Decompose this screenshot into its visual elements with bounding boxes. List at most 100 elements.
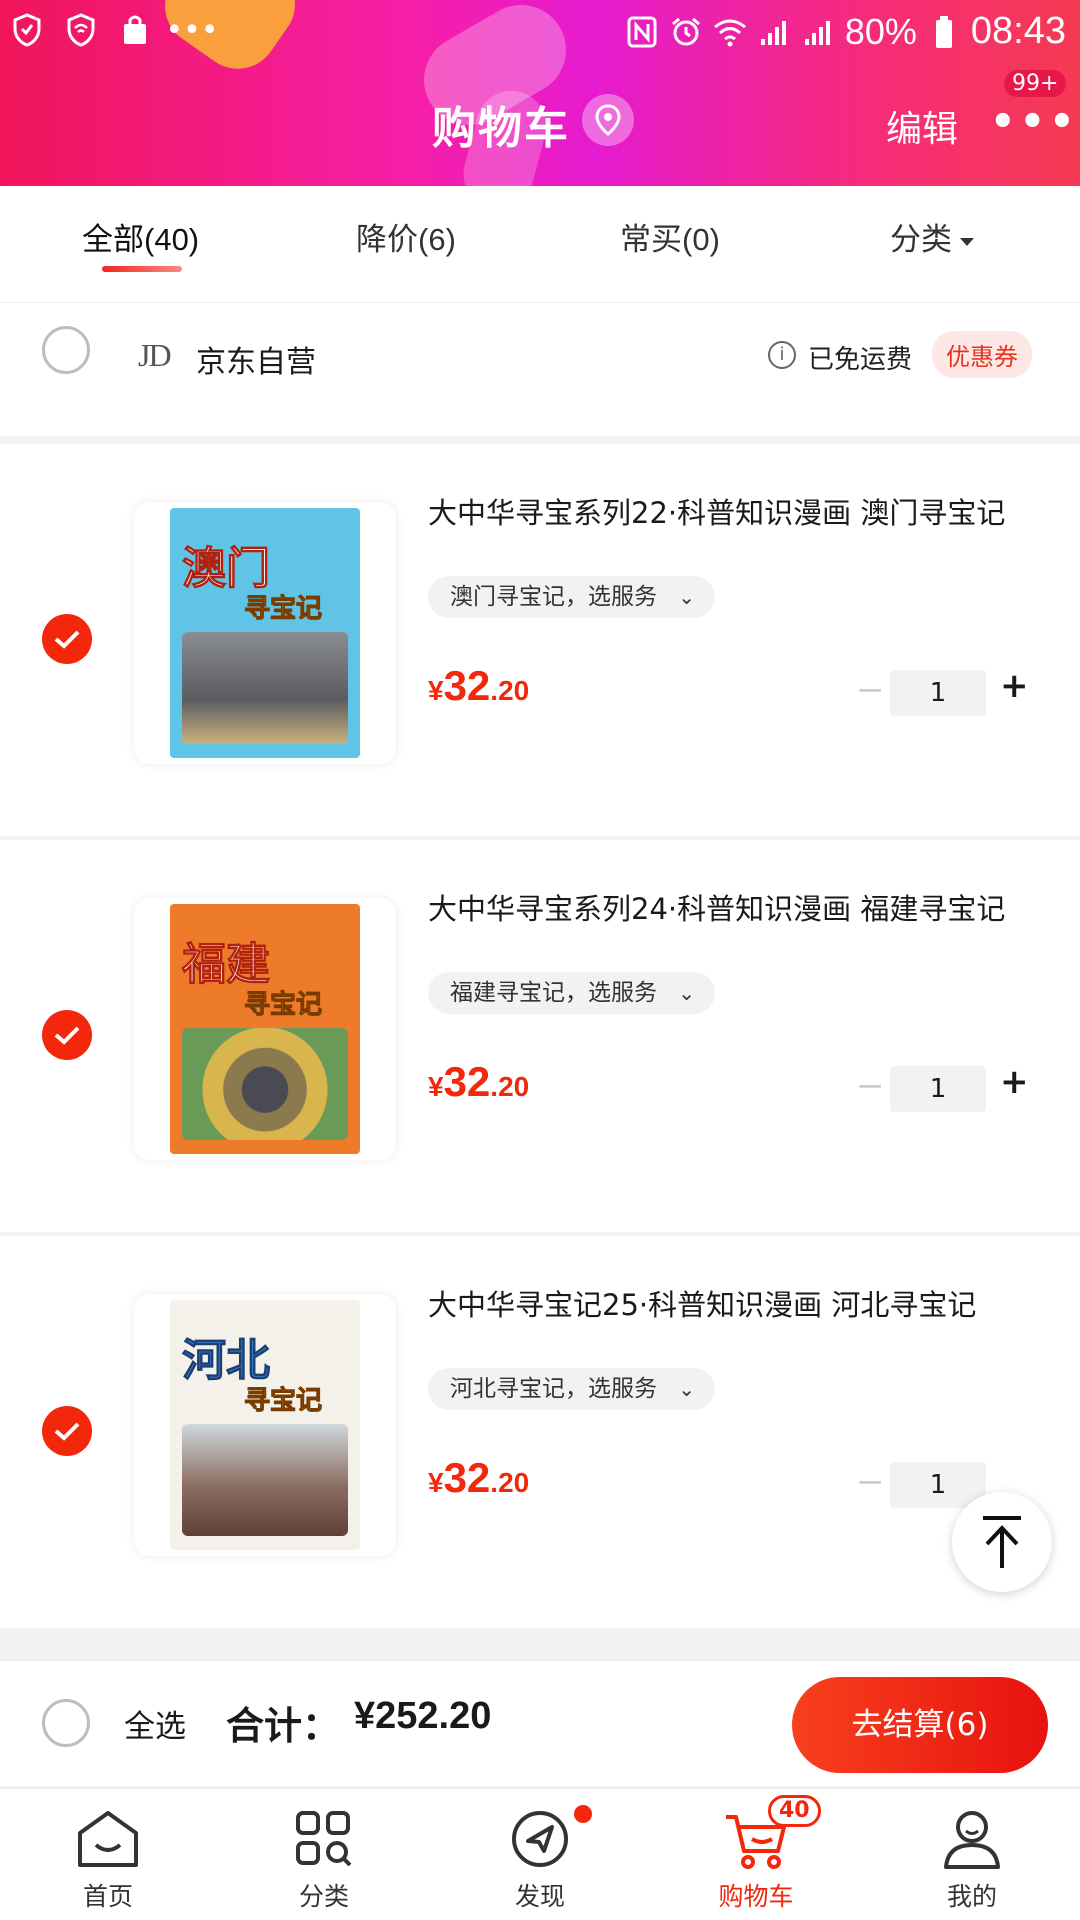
total-amount: ¥252.20 (354, 1695, 492, 1737)
quantity-field[interactable]: 1 (890, 670, 986, 716)
nav-item-category[interactable]: 分类 (216, 1789, 432, 1920)
book-cover: 澳门 寻宝记 (170, 508, 360, 758)
price-decimal: .20 (490, 675, 530, 706)
cart-count-badge: 40 (768, 1795, 821, 1827)
tab-frequent[interactable]: 常买(0) (620, 214, 720, 259)
nav-item-profile[interactable]: 我的 (864, 1789, 1080, 1920)
book-cover-subtitle: 寻宝记 (243, 594, 323, 625)
variant-label: 澳门寻宝记，选服务 (450, 584, 657, 610)
book-cover-art (182, 632, 348, 744)
tab-price-drop[interactable]: 降价(6) (356, 214, 456, 259)
quantity-increase-button[interactable]: + (1000, 666, 1029, 706)
profile-icon (944, 1811, 1000, 1869)
nav-label: 发现 (514, 1882, 565, 1911)
book-cover-subtitle: 寻宝记 (243, 1386, 323, 1417)
back-to-top-button[interactable] (952, 1492, 1052, 1592)
quantity-increase-button[interactable]: + (1000, 1062, 1029, 1102)
book-cover-title: 福建 (182, 939, 271, 991)
checkout-button[interactable]: 去结算(6) (792, 1677, 1048, 1773)
caret-down-icon (960, 237, 974, 246)
edit-button[interactable]: 编辑 (886, 100, 958, 152)
quantity-decrease-button[interactable]: − (856, 1462, 885, 1502)
coupon-button[interactable]: 优惠券 (932, 331, 1032, 378)
variant-selector[interactable]: 澳门寻宝记，选服务 ⌄ (428, 576, 715, 618)
product-title[interactable]: 大中华寻宝系列22·科普知识漫画 澳门寻宝记 (428, 492, 1048, 534)
nav-item-discover[interactable]: 发现 (432, 1789, 648, 1920)
tab-category-label: 分类 (890, 222, 952, 257)
shield-icon (10, 12, 44, 48)
total-label: 合计： (226, 1704, 341, 1748)
wifi-icon (713, 14, 747, 50)
page-title: 购物车 (432, 103, 570, 154)
product-title[interactable]: 大中华寻宝系列24·科普知识漫画 福建寻宝记 (428, 888, 1048, 930)
book-cover-title: 河北 (182, 1335, 271, 1387)
tab-category[interactable]: 分类 (890, 214, 974, 259)
cart-item: 福建 寻宝记 大中华寻宝系列24·科普知识漫画 福建寻宝记 福建寻宝记，选服务 … (0, 840, 1080, 1232)
home-icon (78, 1811, 138, 1867)
price-currency: ¥ (428, 1467, 444, 1498)
product-price: ¥32.20 (428, 662, 529, 710)
item-select-checkbox[interactable] (42, 1010, 92, 1060)
filter-tabs: 全部(40) 降价(6) 常买(0) 分类 (0, 186, 1080, 302)
chevron-down-icon: ⌄ (678, 1377, 695, 1401)
location-pin-icon[interactable] (582, 94, 634, 146)
product-image[interactable]: 澳门 寻宝记 (134, 502, 396, 764)
shipping-status: 已免运费 (808, 345, 913, 375)
variant-selector[interactable]: 河北寻宝记，选服务 ⌄ (428, 1368, 715, 1410)
header: ••• 80% 08:43 购物车 编辑 ••• 99+ (0, 0, 1080, 186)
signal-4g-icon (801, 14, 835, 50)
clock: 08:43 (970, 10, 1066, 52)
tab-active-indicator (102, 266, 182, 272)
select-all-label[interactable]: 全选 (124, 1701, 186, 1746)
shop-header: JD 京东自营 i 已免运费 优惠券 (0, 302, 1080, 436)
jd-logo-icon: JD (138, 337, 172, 373)
product-title[interactable]: 大中华寻宝记25·科普知识漫画 河北寻宝记 (428, 1284, 1048, 1326)
product-image[interactable]: 河北 寻宝记 (134, 1294, 396, 1556)
bottom-navigation: 首页 分类 发现 40 购物车 我的 (0, 1788, 1080, 1920)
book-cover-title: 澳门 (182, 543, 271, 595)
book-cover-art (182, 1028, 348, 1140)
nav-item-cart[interactable]: 40 购物车 (648, 1789, 864, 1920)
variant-label: 福建寻宝记，选服务 (450, 980, 657, 1006)
price-currency: ¥ (428, 675, 444, 706)
product-image[interactable]: 福建 寻宝记 (134, 898, 396, 1160)
item-select-checkbox[interactable] (42, 614, 92, 664)
nav-label: 我的 (946, 1882, 997, 1911)
wifi-shield-icon (64, 12, 98, 48)
bag-icon (118, 12, 152, 48)
book-cover: 福建 寻宝记 (170, 904, 360, 1154)
shop-select-checkbox[interactable] (42, 326, 90, 374)
nav-label: 分类 (298, 1882, 349, 1911)
price-decimal: .20 (490, 1071, 530, 1102)
quantity-field[interactable]: 1 (890, 1066, 986, 1112)
tab-all[interactable]: 全部(40) (82, 214, 199, 259)
product-price: ¥32.20 (428, 1454, 529, 1502)
discover-icon (512, 1811, 568, 1867)
shop-name[interactable]: 京东自营 (196, 337, 316, 381)
nav-label: 首页 (82, 1882, 133, 1911)
book-cover: 河北 寻宝记 (170, 1300, 360, 1550)
more-menu-icon[interactable]: ••• (990, 102, 1075, 142)
notification-badge: 99+ (1004, 70, 1067, 97)
price-integer: 32 (443, 662, 491, 709)
item-select-checkbox[interactable] (42, 1406, 92, 1456)
price-integer: 32 (443, 1454, 491, 1501)
price-decimal: .20 (490, 1467, 530, 1498)
select-all-checkbox[interactable] (42, 1699, 90, 1747)
nav-item-home[interactable]: 首页 (0, 1789, 216, 1920)
quantity-decrease-button[interactable]: − (856, 1066, 885, 1106)
nav-label: 购物车 (718, 1882, 794, 1911)
alarm-icon (669, 14, 703, 50)
book-cover-art (182, 1424, 348, 1536)
price-currency: ¥ (428, 1071, 444, 1102)
notification-dot (574, 1805, 592, 1823)
cart-item: 河北 寻宝记 大中华寻宝记25·科普知识漫画 河北寻宝记 河北寻宝记，选服务 ⌄… (0, 1236, 1080, 1628)
chevron-down-icon: ⌄ (678, 981, 695, 1005)
chevron-down-icon: ⌄ (678, 585, 695, 609)
variant-label: 河北寻宝记，选服务 (450, 1376, 657, 1402)
quantity-decrease-button[interactable]: − (856, 670, 885, 710)
nfc-icon (625, 14, 659, 50)
status-bar: ••• 80% 08:43 (0, 0, 1080, 64)
variant-selector[interactable]: 福建寻宝记，选服务 ⌄ (428, 972, 715, 1014)
info-icon[interactable]: i (768, 341, 796, 369)
